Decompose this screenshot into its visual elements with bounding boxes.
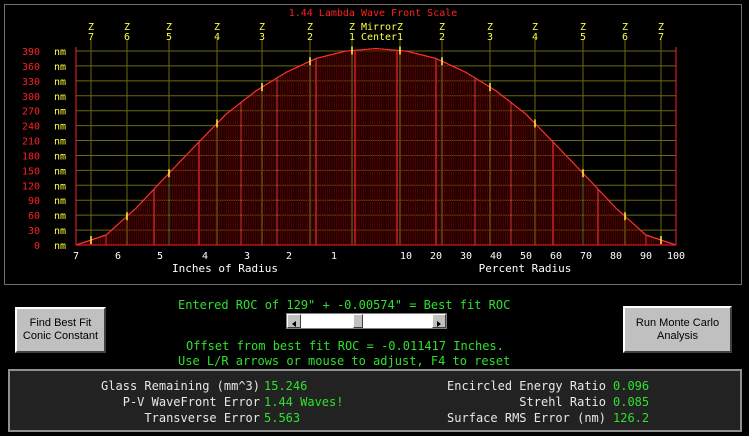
y-tick-label: 90 (28, 196, 40, 207)
x-tick-inches: 7 (73, 251, 79, 262)
x-tick-inches: 4 (202, 251, 208, 262)
zone-number-left: 3 (259, 32, 265, 43)
glass-remaining-value: 15.246 (264, 379, 308, 393)
y-tick-label: 270 (22, 107, 40, 118)
find-best-fit-conic-button[interactable]: Find Best Fit Conic Constant (15, 307, 106, 353)
x-tick-percent: 100 (667, 251, 685, 262)
strehl-ratio-label: Strehl Ratio (519, 395, 606, 409)
zone-number-right: 3 (487, 32, 493, 43)
y-tick-unit: nm (54, 226, 66, 237)
x-axis-label-inches: Inches of Radius (172, 262, 278, 275)
x-tick-inches: 5 (157, 251, 163, 262)
roc-adjust-scrollbar[interactable] (286, 313, 447, 329)
y-tick-label: 360 (22, 62, 40, 73)
y-tick-unit: nm (54, 137, 66, 148)
y-tick-unit: nm (54, 211, 66, 222)
zone-number-right: 7 (658, 32, 664, 43)
y-tick-label: 0 (34, 241, 40, 252)
y-tick-label: 240 (22, 122, 40, 133)
x-tick-inches: 3 (244, 251, 250, 262)
plot-title: 1.44 Lambda Wave Front Scale (289, 8, 458, 19)
adjust-hint-text: Use L/R arrows or mouse to adjust, F4 to… (178, 354, 511, 368)
zone-number-left: 4 (214, 32, 220, 43)
y-tick-unit: nm (54, 92, 66, 103)
y-tick-unit: nm (54, 196, 66, 207)
entered-roc-text: Entered ROC of 129" + -0.00574" = Best f… (178, 298, 511, 312)
x-tick-percent: 30 (460, 251, 472, 262)
encircled-energy-label: Encircled Energy Ratio (447, 379, 606, 393)
y-tick-unit: nm (54, 107, 66, 118)
zone-number-left: 6 (124, 32, 130, 43)
x-tick-inches: 2 (286, 251, 292, 262)
wavefront-plot-panel: 1.44 Lambda Wave Front Scale 390 nm 360 nm 33… (4, 4, 742, 285)
x-tick-percent: 70 (580, 251, 592, 262)
y-tick-label: 150 (22, 166, 40, 177)
y-tick-unit: nm (54, 181, 66, 192)
scroll-left-arrow[interactable] (287, 314, 301, 328)
y-tick-label: 330 (22, 77, 40, 88)
x-tick-percent: 90 (640, 251, 652, 262)
stats-panel: Glass Remaining (mm^3) 15.246 Encircled … (8, 369, 742, 432)
y-tick-label: 390 (22, 47, 40, 58)
zone-number-left: 5 (166, 32, 172, 43)
zone-number-left: 1 (349, 32, 355, 43)
triangle-left-icon (292, 321, 296, 327)
x-tick-percent: 40 (490, 251, 502, 262)
y-tick-unit: nm (54, 47, 66, 58)
scroll-right-arrow[interactable] (432, 314, 446, 328)
y-tick-unit: nm (54, 122, 66, 133)
x-tick-percent: 80 (610, 251, 622, 262)
pv-wavefront-value: 1.44 Waves! (264, 395, 344, 409)
zone-number-left: 7 (88, 32, 94, 43)
offset-text: Offset from best fit ROC = -0.011417 Inc… (186, 339, 504, 353)
x-tick-percent: 10 (400, 251, 412, 262)
x-tick-inches: 6 (115, 251, 121, 262)
zone-number-right: 5 (580, 32, 586, 43)
y-tick-label: 30 (28, 226, 40, 237)
x-tick-percent: 50 (520, 251, 532, 262)
zone-number-right: 4 (532, 32, 538, 43)
pv-wavefront-label: P-V WaveFront Error (122, 395, 260, 409)
x-tick-inches: 1 (331, 251, 337, 262)
transverse-error-label: Transverse Error (144, 411, 260, 425)
wavefront-plot: 1.44 Lambda Wave Front Scale390 nm360 nm33… (22, 8, 685, 275)
zone-number-right: 6 (622, 32, 628, 43)
zone-number-right: 2 (439, 32, 445, 43)
run-monte-carlo-button[interactable]: Run Monte Carlo Analysis (623, 306, 732, 353)
y-tick-label: 60 (28, 211, 40, 222)
scroll-thumb[interactable] (353, 314, 364, 328)
x-tick-percent: 20 (430, 251, 442, 262)
surface-rms-value: 126.2 (613, 411, 650, 425)
y-tick-label: 210 (22, 137, 40, 148)
x-tick-percent: 60 (550, 251, 562, 262)
y-tick-unit: nm (54, 77, 66, 88)
transverse-error-value: 5.563 (264, 411, 301, 425)
y-tick-unit: nm (54, 166, 66, 177)
y-tick-label: 120 (22, 181, 40, 192)
zone-number-left: 2 (307, 32, 313, 43)
x-axis-label-percent: Percent Radius (479, 262, 572, 275)
triangle-right-icon (437, 321, 441, 327)
center-label: Center (361, 32, 397, 43)
surface-rms-label: Surface RMS Error (nm) (447, 411, 606, 425)
y-tick-unit: nm (54, 62, 66, 73)
y-tick-unit: nm (54, 151, 66, 162)
y-tick-label: 300 (22, 92, 40, 103)
glass-remaining-label: Glass Remaining (mm^3) (101, 379, 260, 393)
zone-number-right: 1 (397, 32, 403, 43)
strehl-ratio-value: 0.085 (613, 395, 650, 409)
y-tick-label: 180 (22, 151, 40, 162)
encircled-energy-value: 0.096 (613, 379, 650, 393)
y-tick-unit: nm (54, 241, 66, 252)
